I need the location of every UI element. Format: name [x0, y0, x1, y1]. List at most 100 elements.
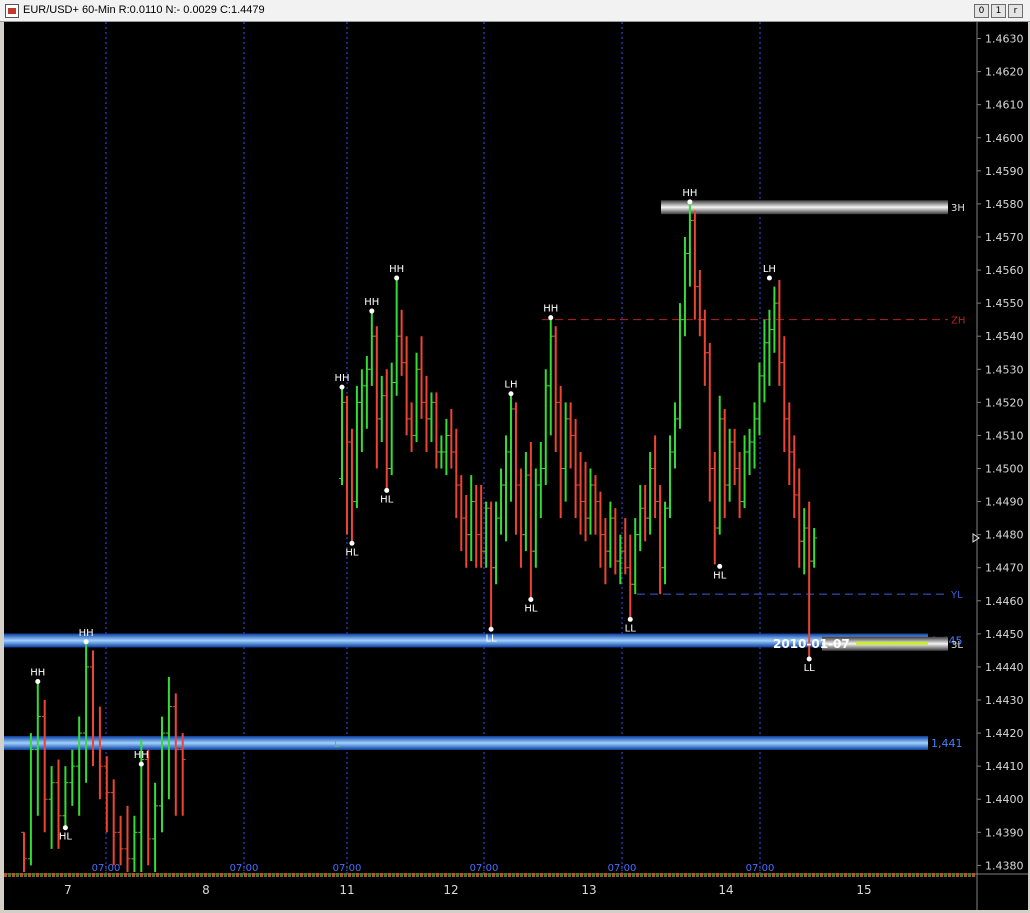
volume-strip-tick	[164, 873, 167, 877]
swing-point-dot	[488, 626, 494, 632]
reference-level-label: ZH	[951, 316, 965, 327]
volume-strip-tick	[292, 873, 295, 877]
volume-strip-tick	[188, 873, 191, 877]
volume-strip-tick	[48, 873, 51, 877]
minimize-button[interactable]: 0	[974, 4, 989, 18]
ohlc-bar	[433, 392, 440, 469]
reference-level-label: YL	[950, 590, 963, 601]
volume-strip-tick	[716, 873, 719, 877]
time-axis-day-label: 12	[443, 883, 458, 897]
swing-point-dot	[138, 761, 144, 767]
chart-app-icon[interactable]	[5, 4, 19, 18]
volume-strip-tick	[44, 873, 47, 877]
volume-strip-tick	[460, 873, 463, 877]
ohlc-bar	[592, 475, 599, 535]
ohlc-bar	[766, 309, 773, 386]
price-tick-label: 1.4480	[985, 529, 1024, 542]
volume-strip-tick	[728, 873, 731, 877]
volume-strip-tick	[572, 873, 575, 877]
extreme-level-label: 3H	[951, 203, 965, 214]
volume-strip-tick	[492, 873, 495, 877]
ohlc-bar	[517, 468, 524, 568]
volume-strip-tick	[496, 873, 499, 877]
ohlc-bar	[676, 303, 683, 429]
volume-strip-tick	[364, 873, 367, 877]
volume-strip-tick	[88, 873, 91, 877]
extreme-level-label: 3L	[951, 640, 963, 651]
volume-strip-tick	[952, 873, 955, 877]
volume-strip-tick	[592, 873, 595, 877]
ohlc-bar	[69, 749, 76, 806]
volume-strip-tick	[632, 873, 635, 877]
volume-strip-tick	[916, 873, 919, 877]
volume-strip-tick	[972, 873, 975, 877]
volume-strip-tick	[520, 873, 523, 877]
swing-point-label: HL	[59, 832, 73, 843]
close-button[interactable]: r	[1008, 4, 1023, 18]
swing-point-label: HH	[334, 373, 349, 384]
volume-strip-tick	[928, 873, 931, 877]
volume-strip-tick	[688, 873, 691, 877]
ohlc-bar	[796, 468, 803, 568]
session-label: 07:00	[92, 863, 121, 874]
volume-strip-tick	[184, 873, 187, 877]
window-titlebar: EUR/USD+ 60-Min R:0.0110 N:- 0.0029 C:1.…	[0, 0, 1030, 22]
price-tick-label: 1.4530	[985, 363, 1024, 376]
volume-strip-tick	[844, 873, 847, 877]
price-tick-label: 1.4630	[985, 33, 1024, 46]
volume-strip-tick	[968, 873, 971, 877]
price-tick-label: 1.4520	[985, 396, 1024, 409]
volume-strip-tick	[936, 873, 939, 877]
band-marker-label: L	[334, 739, 340, 750]
ohlc-bar	[48, 766, 55, 849]
ohlc-bar	[736, 451, 743, 519]
volume-strip-tick	[876, 873, 879, 877]
ohlc-bar	[691, 210, 698, 320]
volume-strip-tick	[204, 873, 207, 877]
volume-strip-tick	[156, 873, 159, 877]
swing-point-label: HH	[389, 264, 404, 275]
volume-strip-tick	[964, 873, 967, 877]
volume-strip-tick	[940, 873, 943, 877]
volume-strip-tick	[512, 873, 515, 877]
volume-strip-tick	[432, 873, 435, 877]
volume-strip-tick	[36, 873, 39, 877]
ohlc-bar	[741, 435, 748, 509]
volume-strip-tick	[132, 873, 135, 877]
price-tick-label: 1.4420	[985, 727, 1024, 740]
swing-point-label: LL	[804, 663, 816, 674]
volume-strip-tick	[260, 873, 263, 877]
swing-point-dot	[83, 639, 89, 645]
swing-point-dot	[394, 275, 400, 281]
price-chart-area[interactable]: 07:00 07:00 07:00 07:00 07:00 07:00 1.4630 1.46…	[4, 22, 1028, 910]
volume-strip-tick	[64, 873, 67, 877]
ohlc-bar	[657, 485, 664, 595]
price-tick-label: 1.4580	[985, 198, 1024, 211]
ohlc-bar	[493, 501, 500, 585]
volume-strip-tick	[168, 873, 171, 877]
volume-strip-tick	[836, 873, 839, 877]
volume-strip-tick	[160, 873, 163, 877]
volume-strip-tick	[672, 873, 675, 877]
volume-strip-tick	[924, 873, 927, 877]
volume-strip-tick	[472, 873, 475, 877]
ohlc-bar	[696, 270, 703, 337]
ohlc-bar	[21, 831, 27, 872]
volume-strip-tick	[896, 873, 899, 877]
volume-strip-tick	[544, 873, 547, 877]
price-tick-label: 1.4540	[985, 330, 1024, 343]
volume-strip-tick	[692, 873, 695, 877]
volume-strip-tick	[620, 873, 623, 877]
swing-point-dot	[349, 540, 355, 546]
volume-strip-tick	[732, 873, 735, 877]
volume-strip-tick	[540, 873, 543, 877]
volume-strip-tick	[560, 873, 563, 877]
swing-point-dot	[35, 678, 41, 684]
ohlc-bar	[339, 389, 345, 486]
ohlc-bar	[776, 279, 783, 386]
maximize-button[interactable]: 1	[991, 4, 1006, 18]
swing-point-dot	[62, 825, 68, 831]
ohlc-bar	[159, 716, 165, 833]
price-chart[interactable]: 07:00 07:00 07:00 07:00 07:00 07:00 1.4630 1.46…	[4, 22, 1028, 910]
ohlc-bar	[786, 402, 793, 486]
